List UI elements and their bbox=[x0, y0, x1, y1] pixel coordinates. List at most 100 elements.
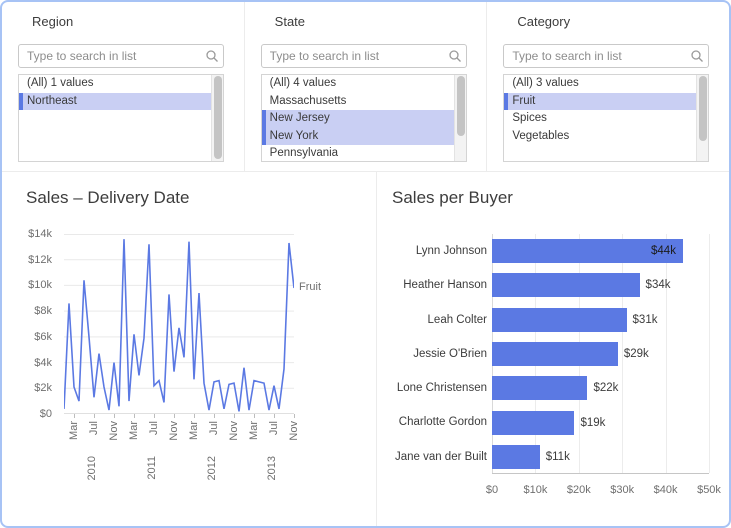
x-tick bbox=[294, 414, 295, 418]
list-item[interactable]: New Jersey bbox=[262, 110, 454, 128]
charts-row: Sales – Delivery Date $0$2k$4k$6k$8k$10k… bbox=[2, 172, 729, 526]
bar-category-label[interactable]: Jane van der Built bbox=[382, 440, 487, 474]
y-tick-label: $14k bbox=[28, 228, 52, 240]
search-box bbox=[18, 44, 224, 68]
x-tick-label: $30k bbox=[610, 484, 634, 496]
bar-category-label[interactable]: Leah Colter bbox=[382, 303, 487, 337]
list-item[interactable]: Pennsylvania bbox=[262, 145, 454, 162]
bar-xaxis: $0$10k$20k$30k$40k$50k bbox=[492, 480, 709, 496]
x-tick bbox=[194, 414, 195, 418]
list-item[interactable]: Massachusetts bbox=[262, 93, 454, 111]
x-tick-label: $10k bbox=[523, 484, 547, 496]
bar-category-label[interactable]: Lynn Johnson bbox=[382, 234, 487, 268]
x-tick-label: Mar bbox=[67, 421, 81, 440]
search-input[interactable] bbox=[504, 49, 686, 63]
scrollbar-thumb[interactable] bbox=[699, 76, 707, 141]
search-input[interactable] bbox=[262, 49, 444, 63]
bar-row: $44k bbox=[492, 234, 709, 268]
filter-title: State bbox=[275, 14, 305, 29]
x-tick-label: $0 bbox=[486, 484, 498, 496]
bar-row: $19k bbox=[492, 405, 709, 439]
bar-value-label: $44k bbox=[651, 245, 676, 257]
filter-title: Region bbox=[32, 14, 73, 29]
bar-row: $31k bbox=[492, 303, 709, 337]
bar-row: $29k bbox=[492, 337, 709, 371]
x-tick bbox=[234, 414, 235, 418]
filter-list-items: (All) 1 valuesNortheast bbox=[19, 75, 211, 161]
line-chart-yaxis: $0$2k$4k$6k$8k$10k$12k$14k bbox=[2, 234, 58, 414]
bar-row: $11k bbox=[492, 440, 709, 474]
list-item[interactable]: Northeast bbox=[19, 93, 211, 111]
bar[interactable] bbox=[492, 445, 540, 469]
line-chart-xaxis: MarJulNov2010MarJulNov2011MarJulNov2012M… bbox=[64, 414, 304, 506]
y-tick-label: $12k bbox=[28, 254, 52, 266]
bar[interactable]: $44k bbox=[492, 239, 683, 263]
bar-chart-title: Sales per Buyer bbox=[392, 188, 513, 208]
bar[interactable] bbox=[492, 376, 587, 400]
line-chart-panel: Sales – Delivery Date $0$2k$4k$6k$8k$10k… bbox=[2, 172, 377, 526]
series-label: Fruit bbox=[299, 281, 321, 293]
filter-row: Region (All) 1 valuesNortheast State bbox=[2, 2, 729, 172]
x-tick bbox=[74, 414, 75, 418]
bar-names: Lynn JohnsonHeather HansonLeah ColterJes… bbox=[382, 234, 487, 474]
bar-value-label: $34k bbox=[646, 279, 671, 291]
line-chart-plot bbox=[64, 234, 294, 414]
bar-category-label[interactable]: Jessie O'Brien bbox=[382, 337, 487, 371]
bar-row: $22k bbox=[492, 371, 709, 405]
list-item[interactable]: (All) 3 values bbox=[504, 75, 696, 93]
bar-category-label[interactable]: Lone Christensen bbox=[382, 371, 487, 405]
x-tick-label: Mar bbox=[127, 421, 141, 440]
x-tick-label: $50k bbox=[697, 484, 721, 496]
x-tick bbox=[94, 414, 95, 418]
x-tick bbox=[114, 414, 115, 418]
bar-value-label: $29k bbox=[624, 348, 649, 360]
list-item[interactable]: (All) 1 values bbox=[19, 75, 211, 93]
search-box bbox=[261, 44, 467, 68]
scrollbar[interactable] bbox=[454, 75, 466, 161]
bar-chart-panel: Sales per Buyer Lynn JohnsonHeather Hans… bbox=[377, 172, 729, 526]
filter-list-items: (All) 4 valuesMassachusettsNew JerseyNew… bbox=[262, 75, 454, 161]
x-tick-label: $40k bbox=[654, 484, 678, 496]
filter-list: (All) 4 valuesMassachusettsNew JerseyNew… bbox=[261, 74, 467, 162]
dashboard: Region (All) 1 valuesNortheast State bbox=[0, 0, 731, 528]
filter-title: Category bbox=[517, 14, 570, 29]
filter-list: (All) 3 valuesFruitSpicesVegetables bbox=[503, 74, 709, 162]
y-tick-label: $6k bbox=[34, 331, 52, 343]
search-icon[interactable] bbox=[444, 49, 466, 63]
x-tick-label: Mar bbox=[187, 421, 201, 440]
x-year-label: 2010 bbox=[85, 456, 99, 480]
bar[interactable] bbox=[492, 411, 574, 435]
line-series[interactable] bbox=[64, 239, 294, 411]
x-tick bbox=[134, 414, 135, 418]
y-tick-label: $0 bbox=[40, 408, 52, 420]
list-item[interactable]: Vegetables bbox=[504, 128, 696, 146]
bar-category-label[interactable]: Charlotte Gordon bbox=[382, 405, 487, 439]
list-item[interactable]: New York bbox=[262, 128, 454, 146]
search-icon[interactable] bbox=[201, 49, 223, 63]
y-tick-label: $8k bbox=[34, 305, 52, 317]
scrollbar[interactable] bbox=[211, 75, 223, 161]
bar-plot: $44k $34k $31k $29k $22k $19k $11k bbox=[492, 234, 709, 474]
y-tick-label: $10k bbox=[28, 279, 52, 291]
line-chart-svg bbox=[64, 234, 294, 414]
bar-value-label: $19k bbox=[580, 417, 605, 429]
search-input[interactable] bbox=[19, 49, 201, 63]
bar-value-label: $22k bbox=[593, 382, 618, 394]
list-item[interactable]: Fruit bbox=[504, 93, 696, 111]
list-item[interactable]: Spices bbox=[504, 110, 696, 128]
x-tick bbox=[274, 414, 275, 418]
search-box bbox=[503, 44, 709, 68]
x-tick-label: Nov bbox=[167, 421, 181, 441]
search-icon[interactable] bbox=[686, 49, 708, 63]
bar-category-label[interactable]: Heather Hanson bbox=[382, 268, 487, 302]
x-tick-label: Jul bbox=[87, 421, 101, 435]
bar[interactable] bbox=[492, 342, 618, 366]
scrollbar-thumb[interactable] bbox=[457, 76, 465, 136]
line-chart-title: Sales – Delivery Date bbox=[26, 188, 189, 208]
filter-panel-state: State (All) 4 valuesMassachusettsNew Jer… bbox=[245, 2, 488, 171]
bar[interactable] bbox=[492, 273, 640, 297]
scrollbar-thumb[interactable] bbox=[214, 76, 222, 159]
scrollbar[interactable] bbox=[696, 75, 708, 161]
list-item[interactable]: (All) 4 values bbox=[262, 75, 454, 93]
bar[interactable] bbox=[492, 308, 627, 332]
